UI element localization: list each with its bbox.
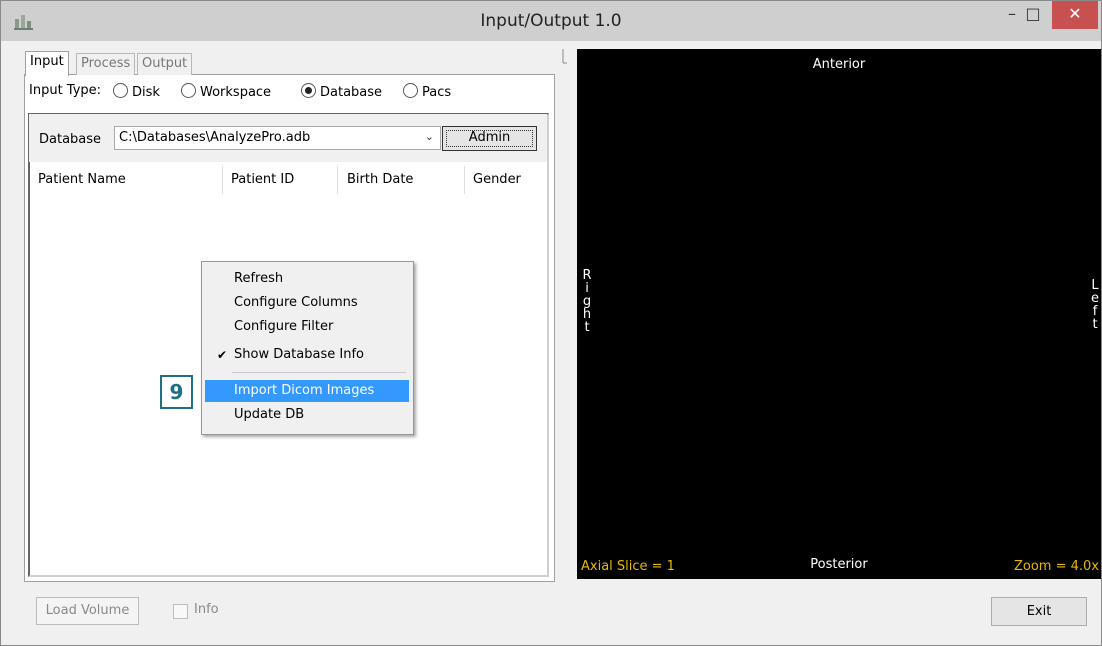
chevron-down-icon: ⌄	[424, 130, 434, 143]
column-patient-id[interactable]: Patient ID	[231, 166, 295, 194]
splitter-handle[interactable]	[562, 49, 567, 579]
focus-rect	[446, 130, 533, 147]
step-callout-badge: 9	[160, 375, 193, 409]
column-gender[interactable]: Gender	[473, 166, 521, 194]
radio-label: Workspace	[200, 85, 272, 100]
radio-disk[interactable]: Disk	[113, 83, 160, 100]
radio-label: Pacs	[422, 85, 452, 100]
tab-output[interactable]: Output	[137, 53, 193, 75]
image-viewer[interactable]: Anterior R i g h t L e f t Posterior Axi…	[577, 49, 1101, 579]
orientation-letter: t	[584, 320, 590, 335]
database-row: Database C:\Databases\AnalyzePro.adb ⌄ A…	[29, 114, 547, 162]
maximize-button[interactable]: □	[1016, 1, 1050, 29]
database-label: Database	[39, 132, 102, 147]
menu-item-configure-columns[interactable]: Configure Columns	[205, 292, 409, 314]
title-bar[interactable]: Input/Output 1.0 – □ ✕	[1, 1, 1101, 41]
radio-pacs[interactable]: Pacs	[403, 83, 451, 100]
column-separator[interactable]	[337, 166, 338, 194]
info-label: Info	[194, 602, 219, 617]
column-patient-name[interactable]: Patient Name	[38, 166, 126, 194]
menu-item-label: Import Dicom Images	[234, 383, 375, 398]
context-menu: Refresh Configure Columns Configure Filt…	[201, 261, 414, 435]
menu-item-label: Configure Columns	[234, 295, 358, 310]
orientation-letter: t	[1092, 317, 1098, 332]
column-birth-date[interactable]: Birth Date	[347, 166, 414, 194]
info-checkbox[interactable]	[173, 604, 188, 619]
input-type-row: Input Type: Disk Workspace Database Pacs	[29, 81, 553, 105]
menu-item-import-dicom-images[interactable]: Import Dicom Images	[205, 380, 409, 402]
menu-item-label: Refresh	[234, 271, 284, 286]
menu-item-configure-filter[interactable]: Configure Filter	[205, 316, 409, 338]
orientation-anterior: Anterior	[812, 57, 866, 72]
zoom-readout: Zoom = 4.0x	[1013, 559, 1099, 574]
column-separator[interactable]	[222, 166, 223, 194]
column-separator[interactable]	[464, 166, 465, 194]
app-window: Input/Output 1.0 – □ ✕ Input Process Out…	[0, 0, 1102, 646]
exit-button[interactable]: Exit	[991, 597, 1087, 626]
orientation-left: L e f t	[1089, 279, 1101, 331]
axial-slice-readout: Axial Slice = 1	[581, 559, 675, 574]
menu-item-update-db[interactable]: Update DB	[205, 404, 409, 426]
radio-circle-selected	[301, 83, 316, 98]
tab-input[interactable]: Input	[25, 51, 69, 76]
radio-circle	[403, 83, 418, 98]
checkmark-icon: ✔	[217, 348, 228, 362]
radio-label: Database	[320, 85, 383, 100]
close-button[interactable]: ✕	[1052, 1, 1098, 29]
radio-database[interactable]: Database	[301, 83, 382, 100]
window-title: Input/Output 1.0	[480, 11, 622, 31]
radio-circle	[113, 83, 128, 98]
menu-separator	[232, 372, 406, 373]
database-path: C:\Databases\AnalyzePro.adb	[119, 130, 311, 145]
radio-workspace[interactable]: Workspace	[181, 83, 271, 100]
load-volume-button[interactable]: Load Volume	[36, 597, 139, 625]
menu-item-refresh[interactable]: Refresh	[205, 268, 409, 290]
admin-button[interactable]: Admin	[442, 126, 537, 151]
menu-item-label: Show Database Info	[234, 347, 364, 362]
orientation-right: R i g h t	[581, 269, 593, 334]
database-select[interactable]: C:\Databases\AnalyzePro.adb ⌄	[114, 126, 441, 150]
radio-label: Disk	[132, 85, 160, 100]
menu-item-label: Configure Filter	[234, 319, 334, 334]
menu-item-label: Update DB	[234, 407, 305, 422]
radio-circle	[181, 83, 196, 98]
tab-process[interactable]: Process	[76, 53, 136, 75]
menu-item-show-database-info[interactable]: ✔ Show Database Info	[205, 344, 409, 366]
input-type-label: Input Type:	[29, 83, 102, 98]
